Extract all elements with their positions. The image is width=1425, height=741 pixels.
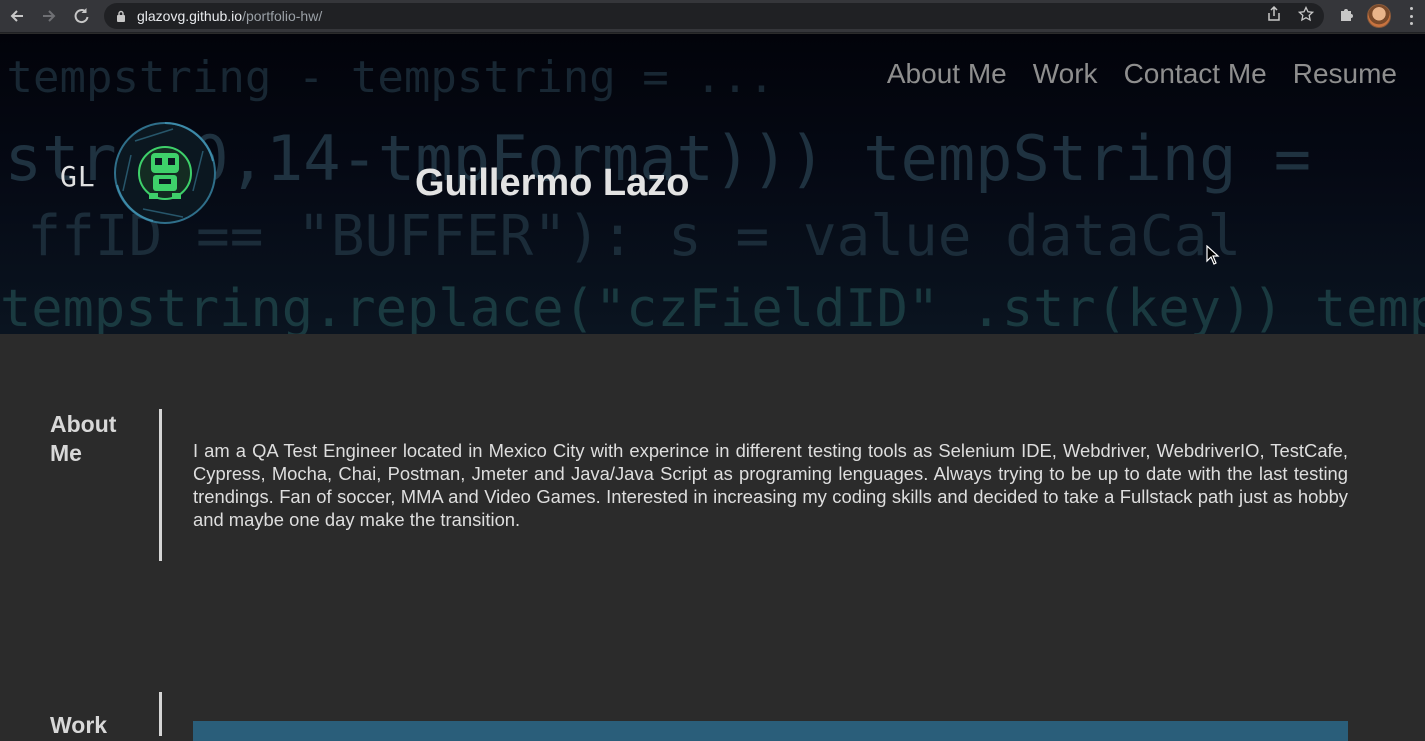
extensions-puzzle-icon[interactable]: [1337, 6, 1357, 26]
bookmark-star-icon[interactable]: [1296, 5, 1316, 26]
nav-link-work[interactable]: Work: [1033, 58, 1098, 90]
share-icon[interactable]: [1264, 5, 1284, 26]
url-text: glazovg.github.io/portfolio-hw/: [137, 8, 322, 24]
browser-menu-icon[interactable]: [1408, 7, 1414, 25]
browser-toolbar: glazovg.github.io/portfolio-hw/: [0, 0, 1425, 33]
profile-avatar[interactable]: [1367, 4, 1391, 28]
about-heading: About Me: [50, 410, 116, 468]
nav-link-contact-me[interactable]: Contact Me: [1124, 58, 1267, 90]
address-bar[interactable]: glazovg.github.io/portfolio-hw/: [104, 3, 1324, 29]
section-divider: [159, 692, 162, 736]
forward-icon[interactable]: [38, 5, 60, 27]
mouse-cursor-icon: [1206, 245, 1220, 265]
about-heading-line1: About: [50, 411, 117, 437]
url-domain: glazovg.github.io: [137, 8, 243, 24]
url-path: /portfolio-hw/: [242, 8, 323, 24]
main-nav: About Me Work Contact Me Resume: [887, 58, 1397, 90]
logo-robot-icon: [114, 122, 216, 224]
nav-link-resume[interactable]: Resume: [1293, 58, 1397, 90]
about-paragraph: I am a QA Test Engineer located in Mexic…: [193, 440, 1348, 530]
work-project-card[interactable]: [193, 721, 1348, 741]
page-title: Guillermo Lazo: [415, 162, 690, 204]
reload-icon[interactable]: [70, 5, 92, 27]
lock-icon: [117, 10, 125, 22]
back-icon[interactable]: [6, 5, 28, 27]
site-header: -tempstring - tempstring = ... s.str(10,…: [0, 34, 1425, 334]
about-heading-line2: Me: [50, 440, 82, 466]
logo-initials: GL: [60, 160, 96, 193]
nav-link-about-me[interactable]: About Me: [887, 58, 1007, 90]
section-divider: [159, 409, 162, 561]
